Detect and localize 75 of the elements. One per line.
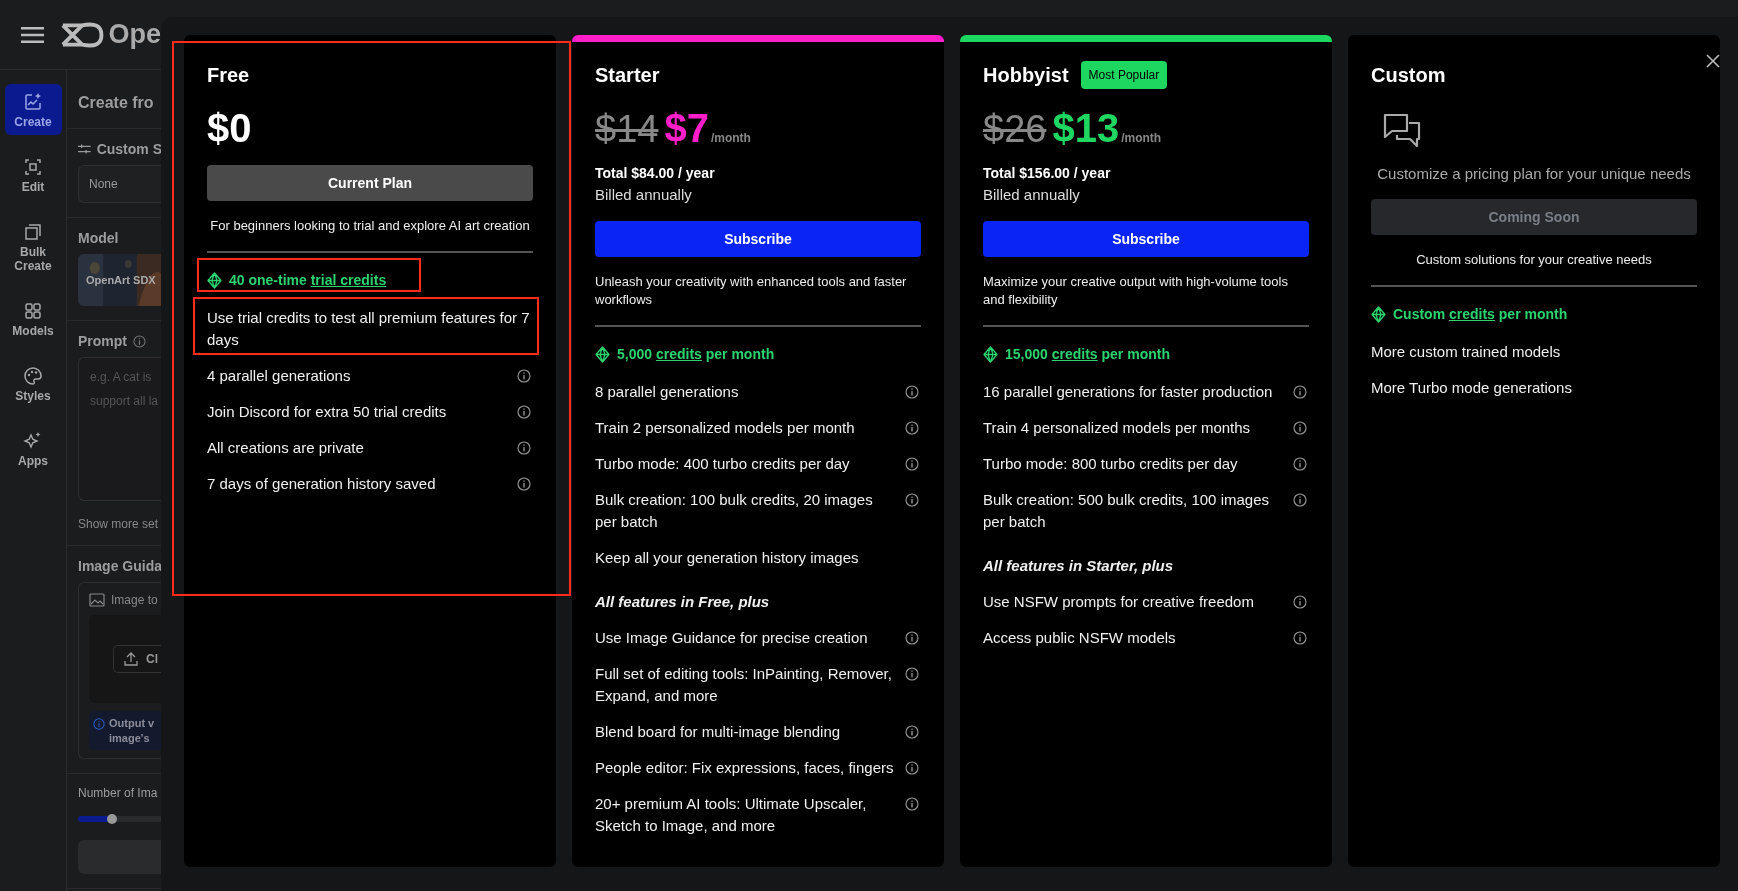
nav-item[interactable]: Create bbox=[4, 84, 62, 135]
price: $13 bbox=[1052, 105, 1120, 151]
credits-link[interactable]: credits bbox=[655, 346, 702, 362]
feature-text: More custom trained models bbox=[1371, 342, 1561, 362]
feature-text: Turbo mode: 400 turbo credits per day bbox=[595, 454, 850, 474]
price: $7 bbox=[664, 105, 709, 151]
credits-text: 15,000 credits per month bbox=[1005, 346, 1170, 362]
nav-item[interactable]: Models bbox=[4, 293, 62, 344]
feature-text: Turbo mode: 800 turbo credits per day bbox=[983, 454, 1238, 474]
feature-text: Bulk creation: 100 bulk credits, 20 images per batch bbox=[595, 490, 874, 532]
feature-text: All creations are private bbox=[207, 438, 364, 458]
nav-item[interactable]: Apps bbox=[4, 423, 62, 474]
show-more-link[interactable]: Show more set bbox=[78, 517, 161, 531]
feature-text: Use Image Guidance for precise creation bbox=[595, 628, 868, 648]
price-period: /month bbox=[1121, 130, 1162, 147]
feature-text: Use trial credits to test all premium features for 7 days bbox=[207, 308, 531, 350]
feature-heading: All features in Starter, plus bbox=[983, 556, 1174, 576]
logo-text: Ope bbox=[108, 19, 161, 50]
original-price: $26 bbox=[983, 107, 1047, 152]
section-label: Number of Ima bbox=[78, 786, 159, 800]
plan-button[interactable]: Subscribe bbox=[595, 221, 921, 257]
credits-text: 40 one-time trial credits bbox=[229, 272, 387, 288]
yearly-total: Total $84.00 / year bbox=[595, 164, 716, 183]
feature-text: Bulk creation: 500 bulk credits, 100 images per batch bbox=[983, 490, 1270, 532]
credits-text: 5,000 credits per month bbox=[617, 346, 775, 362]
feature-heading: All features in Free, plus bbox=[595, 592, 770, 612]
plan-description: Custom solutions for your creative needs bbox=[1415, 251, 1653, 269]
credits-link[interactable]: trial credits bbox=[310, 272, 387, 288]
upload-area[interactable]: Cl bbox=[89, 615, 161, 703]
plan-button[interactable]: Subscribe bbox=[983, 221, 1309, 257]
popular-badge: Most Popular bbox=[1080, 61, 1168, 89]
guidance-mode: Image to bbox=[111, 593, 158, 607]
plan-name: Hobbyist bbox=[983, 63, 1069, 87]
feature-text: 7 days of generation history saved bbox=[207, 474, 436, 494]
model-name: OpenArt SDX bbox=[86, 274, 156, 286]
credits-text: Custom credits per month bbox=[1393, 306, 1568, 322]
feature-text: 8 parallel generations bbox=[595, 382, 739, 402]
nav-item[interactable]: Styles bbox=[4, 358, 62, 409]
nav-item[interactable]: Edit bbox=[4, 149, 62, 200]
yearly-total: Total $156.00 / year bbox=[983, 164, 1112, 183]
plan-name: Free bbox=[207, 63, 250, 87]
feature-text: 20+ premium AI tools: Ultimate Upscaler, Sketch to Image, and more bbox=[595, 794, 868, 836]
plan-description: Unleash your creativity with enhanced tools and faster workflows bbox=[595, 273, 908, 309]
nav-item[interactable]: Bulk Create bbox=[4, 214, 62, 279]
feature-text: Full set of editing tools: InPainting, Remover, Expand, and more bbox=[595, 664, 893, 706]
feature-text: Train 2 personalized models per month bbox=[595, 418, 855, 438]
section-label: Custom S bbox=[96, 141, 161, 157]
plan-description: Maximize your creative output with high-volume tools and flexibility bbox=[983, 273, 1289, 309]
section-label: Prompt bbox=[78, 333, 127, 349]
feature-text: Join Discord for extra 50 trial credits bbox=[207, 402, 447, 422]
feature-text: Keep all your generation history images bbox=[595, 548, 859, 568]
feature-text: Train 4 personalized models per months bbox=[983, 418, 1251, 438]
plan-description: For beginners looking to trial and explore AI art creation bbox=[209, 217, 531, 235]
billing-note: Billed annually bbox=[983, 185, 1081, 205]
feature-text: Blend board for multi-image blending bbox=[595, 722, 841, 742]
plan-name: Starter bbox=[595, 63, 660, 87]
price: $0 bbox=[207, 105, 252, 151]
feature-text: Access public NSFW models bbox=[983, 628, 1176, 648]
section-label: Model bbox=[78, 230, 120, 246]
billing-note: Billed annually bbox=[595, 185, 693, 205]
plan-button[interactable]: Current Plan bbox=[207, 165, 533, 201]
style-select[interactable]: None bbox=[78, 165, 161, 203]
plan-name: Custom bbox=[1371, 63, 1446, 87]
feature-text: 4 parallel generations bbox=[207, 366, 351, 386]
price-period: /month bbox=[710, 130, 751, 147]
feature-text: 16 parallel generations for faster production bbox=[983, 382, 1273, 402]
feature-text: Use NSFW prompts for creative freedom bbox=[983, 592, 1254, 612]
feature-text: More Turbo mode generations bbox=[1371, 378, 1572, 398]
feature-text: People editor: Fix expressions, faces, fingers bbox=[595, 758, 894, 778]
info-note: Output v image's bbox=[89, 711, 161, 750]
original-price: $14 bbox=[595, 107, 659, 152]
panel-title: Create fro bbox=[78, 94, 155, 112]
plan-tagline: Customize a pricing plan for your unique needs bbox=[1376, 164, 1692, 184]
credits-link[interactable]: credits bbox=[1449, 306, 1495, 322]
credits-link[interactable]: credits bbox=[1051, 346, 1098, 362]
